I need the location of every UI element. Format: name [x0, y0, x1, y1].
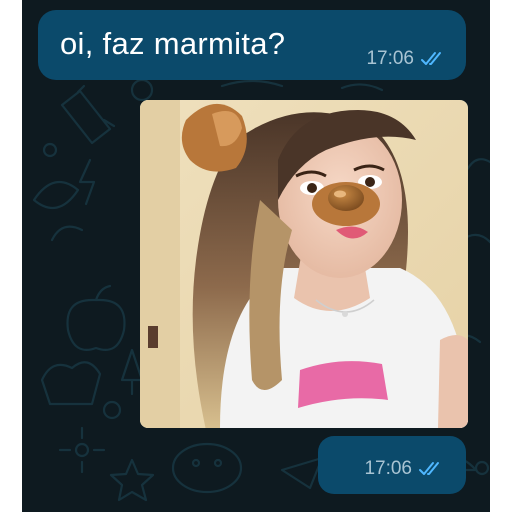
chat-view: oi, faz marmita? 17:06 17:06	[22, 0, 490, 512]
message-image[interactable]	[140, 100, 468, 428]
message-time: 17:06	[364, 458, 412, 479]
double-check-icon	[419, 462, 439, 475]
message-meta: 17:06	[364, 458, 446, 480]
message-meta: 17:06	[366, 48, 448, 70]
message-bubble-text[interactable]: oi, faz marmita? 17:06	[38, 10, 466, 80]
message-text: oi, faz marmita?	[60, 26, 286, 61]
selfie-photo	[140, 100, 468, 428]
double-check-icon	[421, 52, 441, 65]
message-bubble-image-caption[interactable]: 17:06	[318, 436, 466, 494]
message-time: 17:06	[366, 48, 414, 69]
